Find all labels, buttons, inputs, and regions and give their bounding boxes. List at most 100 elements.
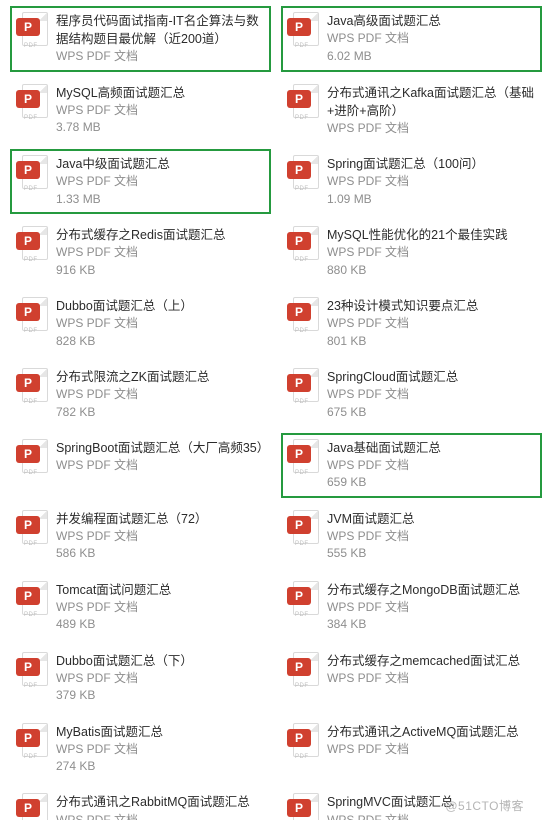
file-type: WPS PDF 文档 [56,599,265,616]
file-name: MySQL性能优化的21个最佳实践 [327,226,536,244]
file-item[interactable]: PPDF分布式缓存之Redis面试题汇总WPS PDF 文档916 KB [10,220,271,285]
file-type: WPS PDF 文档 [327,30,536,47]
file-type: WPS PDF 文档 [327,386,536,403]
file-type: WPS PDF 文档 [327,670,536,687]
file-item[interactable]: PPDF Tomcat面试问题汇总WPS PDF 文档489 KB [10,575,271,640]
file-meta: 并发编程面试题汇总（72）WPS PDF 文档586 KB [56,510,265,563]
file-type: WPS PDF 文档 [56,173,265,190]
file-meta: Java高级面试题汇总WPS PDF 文档6.02 MB [327,12,536,65]
file-list-scroll[interactable]: PPDF程序员代码面试指南-IT名企算法与数据结构题目最优解（近200道）WPS… [0,0,546,820]
file-type: WPS PDF 文档 [327,315,536,332]
file-type: WPS PDF 文档 [56,812,265,820]
file-item[interactable]: PPDF分布式缓存之MongoDB面试题汇总WPS PDF 文档384 KB [281,575,542,640]
file-item[interactable]: PPDF分布式通讯之Kafka面试题汇总（基础+进阶+高阶）WPS PDF 文档 [281,78,542,144]
file-meta: SpringBoot面试题汇总（大厂高频35）WPS PDF 文档 [56,439,265,475]
file-item[interactable]: PPDFJava中级面试题汇总WPS PDF 文档1.33 MB [10,149,271,214]
file-item[interactable]: PPDFMySQL高频面试题汇总WPS PDF 文档3.78 MB [10,78,271,144]
pdf-file-icon: PPDF [287,155,319,193]
file-meta: Java基础面试题汇总WPS PDF 文档659 KB [327,439,536,492]
file-item[interactable]: PPDFDubbo面试题汇总（下）WPS PDF 文档379 KB [10,646,271,711]
file-item[interactable]: PPDF 分布式通讯之RabbitMQ面试题汇总WPS PDF 文档 [10,787,271,820]
file-type: WPS PDF 文档 [327,741,536,758]
file-size: 384 KB [327,616,536,633]
pdf-file-icon: PPDF [287,226,319,264]
file-meta: SpringMVC面试题汇总WPS PDF 文档185 KB [327,793,536,820]
file-grid: PPDF程序员代码面试指南-IT名企算法与数据结构题目最优解（近200道）WPS… [10,6,542,820]
pdf-file-icon: PPDF [16,155,48,193]
file-meta: Spring面试题汇总（100问）WPS PDF 文档1.09 MB [327,155,536,208]
pdf-file-icon: PPDF [287,793,319,820]
file-name: 程序员代码面试指南-IT名企算法与数据结构题目最优解（近200道） [56,12,265,48]
file-size: 489 KB [56,616,265,633]
file-meta: 分布式通讯之ActiveMQ面试题汇总WPS PDF 文档 [327,723,536,759]
file-type: WPS PDF 文档 [327,812,536,820]
file-item[interactable]: PPDF SpringMVC面试题汇总WPS PDF 文档185 KB [281,787,542,820]
file-name: 分布式通讯之RabbitMQ面试题汇总 [56,793,265,811]
file-item[interactable]: PPDF 分布式缓存之memcached面试汇总WPS PDF 文档 [281,646,542,711]
file-name: MySQL高频面试题汇总 [56,84,265,102]
file-type: WPS PDF 文档 [56,315,265,332]
file-name: 分布式限流之ZK面试题汇总 [56,368,265,386]
file-type: WPS PDF 文档 [327,244,536,261]
file-size: 801 KB [327,333,536,350]
pdf-file-icon: PPDF [287,439,319,477]
pdf-file-icon: PPDF [287,12,319,50]
file-item[interactable]: PPDF程序员代码面试指南-IT名企算法与数据结构题目最优解（近200道）WPS… [10,6,271,72]
file-size: 274 KB [56,758,265,775]
file-type: WPS PDF 文档 [327,120,536,137]
pdf-file-icon: PPDF [287,510,319,548]
pdf-file-icon: PPDF [16,368,48,406]
file-name: JVM面试题汇总 [327,510,536,528]
file-name: Dubbo面试题汇总（下） [56,652,265,670]
file-type: WPS PDF 文档 [327,173,536,190]
file-item[interactable]: PPDFJVM面试题汇总WPS PDF 文档555 KB [281,504,542,569]
file-name: Spring面试题汇总（100问） [327,155,536,173]
pdf-file-icon: PPDF [16,439,48,477]
file-name: 并发编程面试题汇总（72） [56,510,265,528]
file-type: WPS PDF 文档 [56,102,265,119]
file-name: Tomcat面试问题汇总 [56,581,265,599]
file-item[interactable]: PPDFMySQL性能优化的21个最佳实践WPS PDF 文档880 KB [281,220,542,285]
file-name: Java中级面试题汇总 [56,155,265,173]
pdf-file-icon: PPDF [16,581,48,619]
pdf-file-icon: PPDF [16,297,48,335]
file-item[interactable]: PPDF23种设计模式知识要点汇总WPS PDF 文档801 KB [281,291,542,356]
file-size: 1.09 MB [327,191,536,208]
file-name: 分布式缓存之MongoDB面试题汇总 [327,581,536,599]
file-item[interactable]: PPDFSpringCloud面试题汇总WPS PDF 文档675 KB [281,362,542,427]
pdf-file-icon: PPDF [16,793,48,820]
file-item[interactable]: PPDF分布式通讯之ActiveMQ面试题汇总WPS PDF 文档 [281,717,542,782]
file-meta: SpringCloud面试题汇总WPS PDF 文档675 KB [327,368,536,421]
file-type: WPS PDF 文档 [327,457,536,474]
file-item[interactable]: PPDFJava高级面试题汇总WPS PDF 文档6.02 MB [281,6,542,72]
file-item[interactable]: PPDFDubbo面试题汇总（上）WPS PDF 文档828 KB [10,291,271,356]
pdf-file-icon: PPDF [16,12,48,50]
file-meta: JVM面试题汇总WPS PDF 文档555 KB [327,510,536,563]
file-item[interactable]: PPDFMyBatis面试题汇总WPS PDF 文档274 KB [10,717,271,782]
file-name: SpringBoot面试题汇总（大厂高频35） [56,439,265,457]
file-size: 916 KB [56,262,265,279]
file-item[interactable]: PPDFSpringBoot面试题汇总（大厂高频35）WPS PDF 文档 [10,433,271,498]
file-name: 分布式通讯之ActiveMQ面试题汇总 [327,723,536,741]
pdf-file-icon: PPDF [287,652,319,690]
pdf-file-icon: PPDF [287,581,319,619]
file-size: 828 KB [56,333,265,350]
file-name: SpringCloud面试题汇总 [327,368,536,386]
file-item[interactable]: PPDFJava基础面试题汇总WPS PDF 文档659 KB [281,433,542,498]
file-item[interactable]: PPDF分布式限流之ZK面试题汇总WPS PDF 文档782 KB [10,362,271,427]
file-size: 3.78 MB [56,119,265,136]
pdf-file-icon: PPDF [287,297,319,335]
file-name: 分布式缓存之Redis面试题汇总 [56,226,265,244]
file-item[interactable]: PPDFSpring面试题汇总（100问）WPS PDF 文档1.09 MB [281,149,542,214]
file-meta: 分布式通讯之Kafka面试题汇总（基础+进阶+高阶）WPS PDF 文档 [327,84,536,138]
file-meta: MySQL性能优化的21个最佳实践WPS PDF 文档880 KB [327,226,536,279]
file-type: WPS PDF 文档 [56,741,265,758]
file-size: 675 KB [327,404,536,421]
file-type: WPS PDF 文档 [56,528,265,545]
file-size: 379 KB [56,687,265,704]
file-type: WPS PDF 文档 [56,48,265,65]
file-name: 分布式缓存之memcached面试汇总 [327,652,536,670]
file-item[interactable]: PPDF并发编程面试题汇总（72）WPS PDF 文档586 KB [10,504,271,569]
file-type: WPS PDF 文档 [327,528,536,545]
pdf-file-icon: PPDF [16,226,48,264]
